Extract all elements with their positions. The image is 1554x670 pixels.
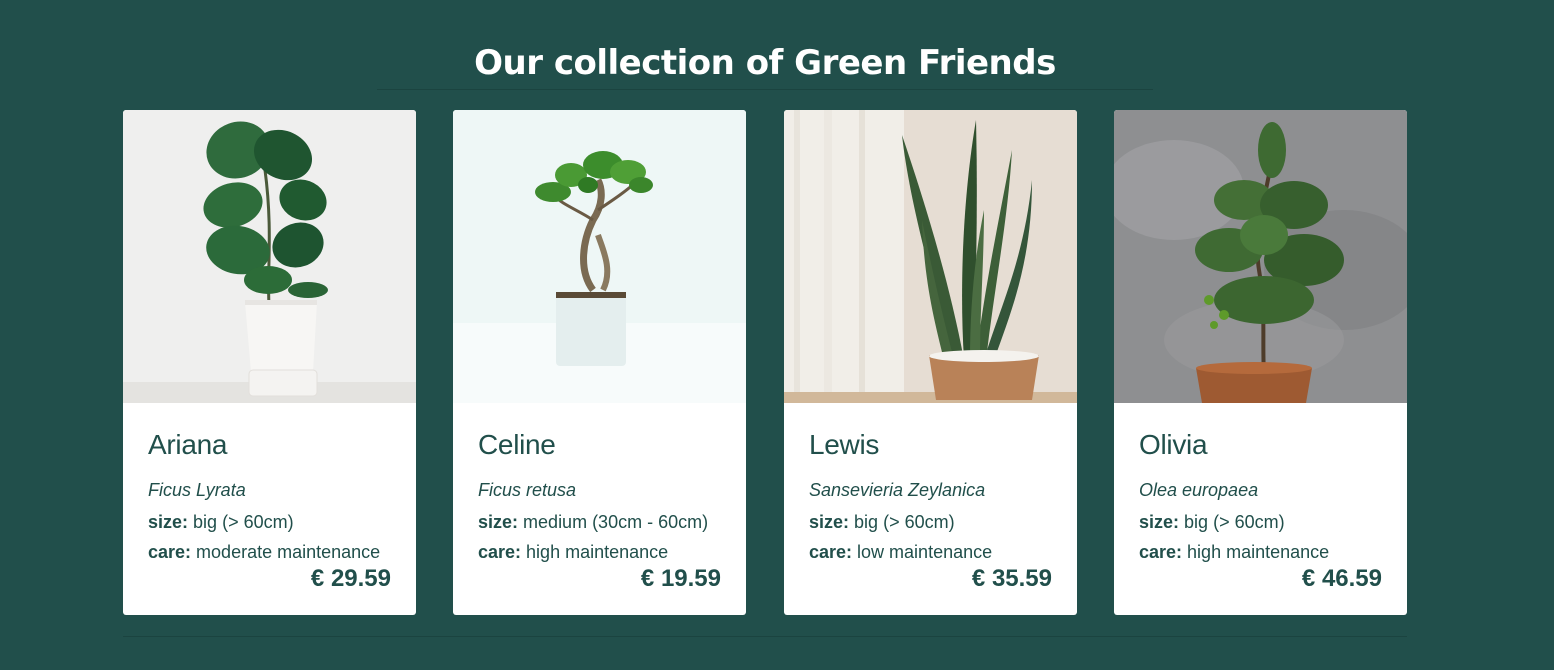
plant-latin-name: Ficus retusa xyxy=(478,480,577,500)
care-value: high maintenance xyxy=(526,542,669,562)
plant-care: care: moderate maintenance xyxy=(148,537,391,567)
bottom-divider xyxy=(123,636,1407,637)
plant-name: Ariana xyxy=(148,429,228,460)
size-label: size: xyxy=(809,512,850,532)
size-label: size: xyxy=(478,512,519,532)
plant-care: care: low maintenance xyxy=(809,537,1052,567)
size-value: big (> 60cm) xyxy=(1184,512,1285,532)
care-label: care: xyxy=(809,542,853,562)
plant-price: € 29.59 xyxy=(310,565,391,592)
plant-card-celine[interactable]: Celine Ficus retusa size: medium (30cm -… xyxy=(453,110,746,615)
plant-size: size: big (> 60cm) xyxy=(809,507,1052,537)
size-value: big (> 60cm) xyxy=(193,512,294,532)
care-label: care: xyxy=(148,542,192,562)
plant-name: Olivia xyxy=(1139,429,1208,460)
care-value: moderate maintenance xyxy=(196,542,381,562)
plant-card-olivia[interactable]: Olivia Olea europaea size: big (> 60cm) … xyxy=(1114,110,1407,615)
plant-latin-name: Sansevieria Zeylanica xyxy=(809,480,986,500)
plant-price: € 35.59 xyxy=(971,565,1052,592)
plant-name: Celine xyxy=(478,429,556,460)
plant-size: size: medium (30cm - 60cm) xyxy=(478,507,721,537)
plant-price: € 19.59 xyxy=(640,565,721,592)
care-label: care: xyxy=(478,542,522,562)
snake-plant-photo xyxy=(784,110,1077,403)
title-divider xyxy=(377,89,1153,90)
care-value: high maintenance xyxy=(1187,542,1330,562)
plant-card-ariana[interactable]: Ariana Ficus Lyrata size: big (> 60cm) c… xyxy=(123,110,416,615)
plant-card-body: Ariana Ficus Lyrata size: big (> 60cm) c… xyxy=(123,403,416,592)
plant-card-body: Celine Ficus retusa size: medium (30cm -… xyxy=(453,403,746,592)
olive-tree-photo xyxy=(1114,110,1407,403)
plant-price: € 46.59 xyxy=(1301,565,1382,592)
size-label: size: xyxy=(148,512,189,532)
bonsai-photo xyxy=(453,110,746,403)
plant-size: size: big (> 60cm) xyxy=(148,507,391,537)
plant-care: care: high maintenance xyxy=(1139,537,1382,567)
plant-card-body: Lewis Sansevieria Zeylanica size: big (>… xyxy=(784,403,1077,592)
plant-card-lewis[interactable]: Lewis Sansevieria Zeylanica size: big (>… xyxy=(784,110,1077,615)
care-value: low maintenance xyxy=(857,542,993,562)
plant-size: size: big (> 60cm) xyxy=(1139,507,1382,537)
plant-latin-name: Ficus Lyrata xyxy=(148,480,246,500)
plant-latin-name: Olea europaea xyxy=(1139,480,1259,500)
size-value: big (> 60cm) xyxy=(854,512,955,532)
plant-care: care: high maintenance xyxy=(478,537,721,567)
size-label: size: xyxy=(1139,512,1180,532)
page-title: Our collection of Green Friends xyxy=(474,42,1056,83)
plant-card-body: Olivia Olea europaea size: big (> 60cm) … xyxy=(1114,403,1407,592)
plant-name: Lewis xyxy=(809,429,880,460)
size-value: medium (30cm - 60cm) xyxy=(523,512,709,532)
fiddle-leaf-fig-photo xyxy=(123,110,416,403)
care-label: care: xyxy=(1139,542,1183,562)
